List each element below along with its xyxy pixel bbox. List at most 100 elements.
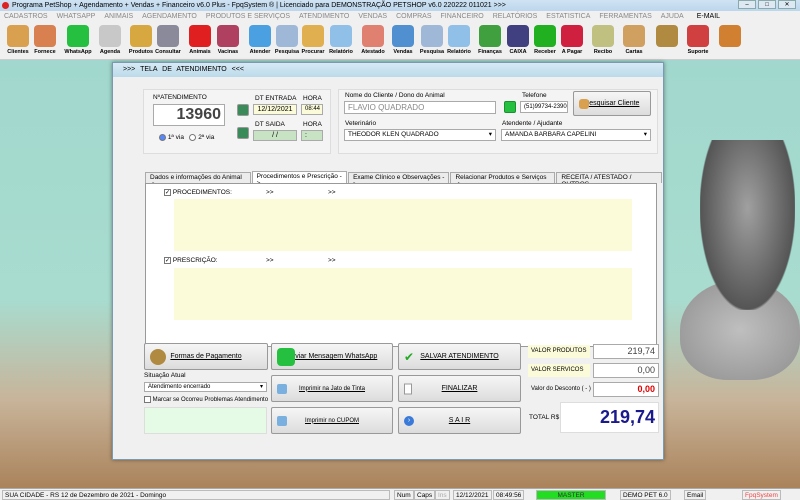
status-email[interactable]: Email xyxy=(684,490,707,500)
toolbar-button-receber[interactable]: Receber xyxy=(531,25,559,55)
toolbar-button-caixa[interactable]: CAIXA xyxy=(504,25,532,55)
toolbar-button-animais[interactable]: Animais xyxy=(186,25,214,55)
minimize-button[interactable]: – xyxy=(738,0,756,9)
toolbar-button-suporte[interactable]: Suporte xyxy=(684,25,712,55)
app-logo-icon xyxy=(2,2,9,9)
prescricao-label: PRESCRIÇÃO: xyxy=(172,257,218,265)
paw-plus-icon xyxy=(249,25,271,47)
veterinario-select[interactable]: THEODOR KLEN QUADRADO ▾ xyxy=(344,129,496,141)
toolbar-button-pesquisa[interactable]: Pesquisa xyxy=(418,25,446,55)
menu-item-agendamento[interactable]: AGENDAMENTO xyxy=(142,11,197,22)
telefone-field[interactable]: (51)99734-2390 xyxy=(520,101,568,113)
toolbar-button-fornece[interactable]: Fornece xyxy=(31,25,59,55)
toolbar-button-coins[interactable] xyxy=(653,25,681,49)
menu-item-estatistica[interactable]: ESTATISTICA xyxy=(546,11,590,22)
imprimir-cupom-button[interactable]: Imprimir no CUPOM xyxy=(271,407,393,434)
agenda-icon xyxy=(99,25,121,47)
imprimir-jato-label: Imprimir na Jato de Tinta xyxy=(298,385,366,392)
toolbar-button-vendas[interactable]: Vendas xyxy=(389,25,417,55)
dt-entrada-field[interactable]: 12/12/2021 xyxy=(253,104,297,115)
menu-item-vendas[interactable]: VENDAS xyxy=(358,11,387,22)
window-titlebar: Programa PetShop + Agendamento + Vendas … xyxy=(0,0,800,11)
menu-item-animais[interactable]: ANIMAIS xyxy=(104,11,133,22)
toolbar-button-recibo[interactable]: Recibo xyxy=(589,25,617,55)
menu-item-ferramentas[interactable]: FERRAMENTAS xyxy=(599,11,651,22)
toolbar-button-atestado[interactable]: Atestado xyxy=(359,25,387,55)
pesquisar-cliente-button[interactable]: Pesquisar Cliente xyxy=(573,91,651,116)
problemas-checkbox[interactable] xyxy=(144,396,151,403)
receive-icon xyxy=(534,25,556,47)
desconto-field[interactable]: 0,00 xyxy=(593,382,659,397)
whatsapp-client-button[interactable] xyxy=(504,101,516,113)
procedimentos-panel: ✓ PROCEDIMENTOS: >> >> ✓ PRESCRIÇÃO: >> … xyxy=(145,183,657,347)
products-icon xyxy=(130,25,152,47)
dt-saida-field[interactable]: / / xyxy=(253,130,297,141)
vaccine-icon xyxy=(217,25,239,47)
procedimentos-textarea[interactable] xyxy=(174,199,632,251)
prescricao-textarea[interactable] xyxy=(174,268,632,320)
imprimir-jato-button[interactable]: Imprimir na Jato de Tinta xyxy=(271,375,393,402)
cliente-field[interactable]: FLAVIO QUADRADO xyxy=(344,101,496,114)
scroll-icon xyxy=(623,25,645,47)
atendente-select[interactable]: AMANDA BARBARA CAPELINI ▾ xyxy=(501,129,651,141)
procedimentos-checkbox[interactable]: ✓ xyxy=(164,189,171,196)
situacao-select[interactable]: Atendimento encerrado ▾ xyxy=(144,382,267,392)
finalizar-button[interactable]: FINALIZAR xyxy=(398,375,521,402)
printer-icon xyxy=(277,415,287,426)
menu-item-whatsapp[interactable]: WHATSAPP xyxy=(57,11,96,22)
tab-1[interactable]: Procedimentos e Prescrição -> xyxy=(251,171,348,187)
status-time: 08:49:56 xyxy=(493,490,525,500)
tab-4[interactable]: RECEITA / ATESTADO / OUTROS xyxy=(556,172,663,188)
via2-radio[interactable] xyxy=(189,134,197,141)
hora-saida-field[interactable]: : xyxy=(301,130,323,141)
form-title: >>> TELA DE ATENDIMENTO <<< xyxy=(113,63,663,77)
toolbar-button-a-pagar[interactable]: A Pagar xyxy=(558,25,586,55)
tab-2[interactable]: Exame Clínico e Observações -> xyxy=(348,172,450,188)
toolbar-button-agenda[interactable]: Agenda xyxy=(96,25,124,55)
desconto-label[interactable]: Valor do Desconto ( - ) xyxy=(531,386,591,392)
toolbar-button-finan-as[interactable]: Finanças xyxy=(476,25,504,55)
num-atendimento-field[interactable]: 13960 xyxy=(153,104,225,126)
salvar-atendimento-button[interactable]: ✔ SALVAR ATENDIMENTO xyxy=(398,343,521,370)
checkmark-icon: ✔ xyxy=(404,349,415,364)
toolbar-button-procurar[interactable]: Procurar xyxy=(299,25,327,55)
veterinario-value: THEODOR KLEN QUADRADO xyxy=(348,131,439,138)
menu-item-relat-rios[interactable]: RELATÓRIOS xyxy=(493,11,538,22)
tab-0[interactable]: Dados e informações do Animal -> xyxy=(145,172,251,188)
tab-3[interactable]: Relacionar Produtos e Serviços -> xyxy=(450,172,556,188)
maximize-button[interactable]: □ xyxy=(758,0,776,9)
close-button[interactable]: ✕ xyxy=(778,0,796,9)
toolbar-button-relat-rio[interactable]: Relatório xyxy=(445,25,473,55)
toolbar-button-exit[interactable] xyxy=(716,25,744,49)
arrows-label: >> xyxy=(266,257,274,264)
sair-button[interactable]: › S A I R xyxy=(398,407,521,434)
calendar-saida-button[interactable] xyxy=(237,127,249,139)
toolbar-button-vacinas[interactable]: Vacinas xyxy=(214,25,242,55)
calendar-entrada-button[interactable] xyxy=(237,104,249,116)
hora-entrada-field[interactable]: 08:44 xyxy=(301,104,323,115)
toolbar-button-consultar[interactable]: Consultar xyxy=(154,25,182,55)
menu-item-produtos-e-servi-os[interactable]: PRODUTOS E SERVIÇOS xyxy=(206,11,290,22)
problemas-label: Marcar se Ocorreu Problemas Atendimento xyxy=(152,397,269,404)
menu-item-atendimento[interactable]: ATENDIMENTO xyxy=(299,11,349,22)
menu-item-email[interactable]: E-MAIL xyxy=(697,11,720,22)
toolbar-button-produtos[interactable]: Produtos xyxy=(127,25,155,55)
toolbar-button-pesquisa[interactable]: Pesquisa xyxy=(273,25,301,55)
toolbar-button-relat-rio[interactable]: Relatório xyxy=(327,25,355,55)
enviar-whatsapp-button[interactable]: Enviar Mensagem WhatsApp xyxy=(271,343,393,370)
menu-item-compras[interactable]: COMPRAS xyxy=(396,11,431,22)
toolbar-button-clientes[interactable]: Clientes xyxy=(4,25,32,55)
via1-radio[interactable] xyxy=(159,134,166,141)
menu-item-cadastros[interactable]: CADASTROS xyxy=(4,11,48,22)
toolbar-button-whatsapp[interactable]: WhatsApp xyxy=(64,25,92,55)
toolbar-button-atender[interactable]: Atender xyxy=(246,25,274,55)
menu-item-ajuda[interactable]: AJUDA xyxy=(661,11,684,22)
prescricao-checkbox[interactable]: ✓ xyxy=(164,257,171,264)
toolbar-label: Recibo xyxy=(593,49,613,55)
status-ins: Ins xyxy=(435,490,450,500)
via-radios: 1ª via 2ª via xyxy=(159,134,214,141)
toolbar-button-cartas[interactable]: Cartas xyxy=(620,25,648,55)
formas-pagamento-button[interactable]: Formas de Pagamento xyxy=(144,343,268,370)
menu-item-financeiro[interactable]: FINANCEIRO xyxy=(441,11,484,22)
toolbar-label: Produtos xyxy=(128,49,154,55)
